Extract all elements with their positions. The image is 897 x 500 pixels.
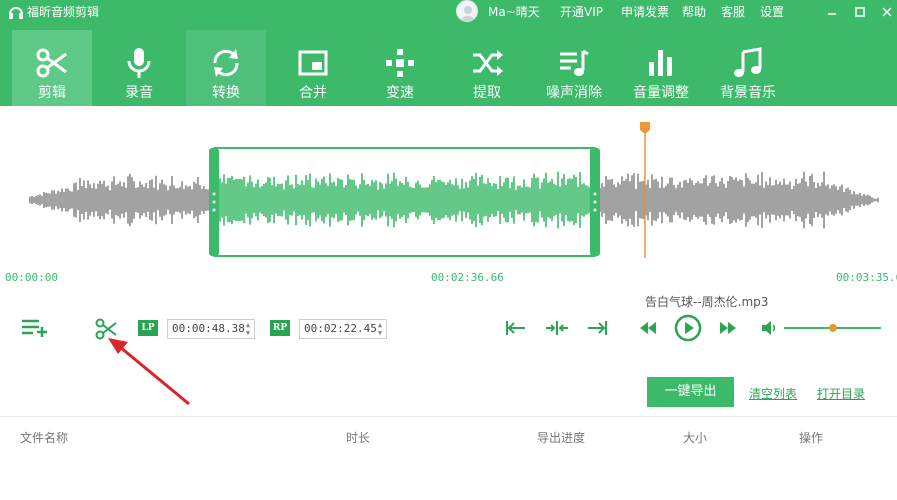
tool-label: 变速	[386, 85, 414, 101]
rewind-icon[interactable]	[638, 320, 658, 336]
title-bar: 福昕音频剪辑 Ma~晴天 开通VIP 申请发票 帮助 客服 设置	[0, 0, 897, 24]
open-vip-link[interactable]: 开通VIP	[560, 4, 603, 20]
tool-speed[interactable]: 变速	[360, 30, 440, 106]
tool-label: 音量调整	[633, 85, 689, 101]
tool-cut[interactable]: 剪辑	[12, 30, 92, 106]
playhead-handle[interactable]	[640, 122, 650, 134]
user-avatar-icon	[461, 6, 475, 21]
lp-time-value: 00:00:48.38	[172, 322, 245, 335]
waveform[interactable]	[0, 106, 897, 286]
tool-label: 背景音乐	[720, 85, 776, 101]
noise-remove-icon	[560, 49, 589, 76]
time-start-label: 00:00:00	[5, 271, 58, 284]
time-middle-label: 00:02:36.66	[431, 271, 504, 284]
maximize-icon[interactable]	[850, 2, 870, 22]
tool-convert[interactable]: 转换	[186, 30, 266, 106]
tool-noise-remove[interactable]: 噪声消除	[534, 30, 614, 106]
shuffle-icon	[473, 50, 503, 76]
close-icon[interactable]	[877, 2, 897, 22]
minimize-icon[interactable]	[822, 2, 842, 22]
play-icon[interactable]	[674, 314, 702, 342]
volume-slider-knob[interactable]	[829, 324, 837, 332]
avatar[interactable]	[456, 0, 478, 22]
divider	[0, 416, 897, 417]
tool-merge[interactable]: 合并	[273, 30, 353, 106]
lp-badge: LP	[138, 320, 158, 336]
rp-time-value: 00:02:22.45	[304, 322, 377, 335]
fast-forward-icon[interactable]	[718, 320, 738, 336]
lp-time-input[interactable]: 00:00:48.38 ▲ ▼	[167, 319, 255, 339]
speaker-icon[interactable]	[761, 320, 777, 336]
tool-extract[interactable]: 提取	[447, 30, 527, 106]
invoice-link[interactable]: 申请发票	[621, 4, 669, 20]
convert-icon	[213, 49, 239, 77]
app-title: 福昕音频剪辑	[27, 5, 100, 19]
rp-badge: RP	[270, 320, 290, 336]
open-directory-link[interactable]: 打开目录	[817, 385, 865, 402]
tool-record[interactable]: 录音	[99, 30, 179, 106]
waveform-bars	[29, 171, 879, 229]
column-header-size: 大小	[683, 431, 708, 445]
help-link[interactable]: 帮助	[682, 4, 706, 20]
scissors-icon	[36, 48, 67, 78]
tool-label: 合并	[299, 85, 327, 101]
column-header-duration: 时长	[346, 431, 371, 445]
column-header-file-name: 文件名称	[20, 431, 69, 445]
cut-scissors-icon[interactable]	[95, 318, 117, 340]
jump-to-start-icon[interactable]	[505, 319, 527, 337]
settings-link[interactable]: 设置	[760, 4, 784, 20]
speed-icon	[386, 49, 414, 77]
current-file-name: 告白气球--周杰伦.mp3	[645, 295, 769, 309]
lp-spinner-icon[interactable]: ▲ ▼	[244, 321, 252, 337]
jump-to-middle-icon[interactable]	[545, 319, 569, 337]
music-note-icon	[734, 47, 762, 77]
one-click-export-button[interactable]: 一键导出	[647, 377, 734, 407]
tool-background-music[interactable]: 背景音乐	[708, 30, 788, 106]
tool-volume-adjust[interactable]: 音量调整	[621, 30, 701, 106]
rp-time-input[interactable]: 00:02:22.45 ▲ ▼	[299, 319, 387, 339]
tool-label: 录音	[125, 85, 153, 101]
user-name[interactable]: Ma~晴天	[488, 4, 540, 20]
add-to-list-icon[interactable]	[21, 318, 49, 338]
waveform-panel: 00:00:00 00:02:36.66 00:03:35.64	[0, 106, 897, 286]
microphone-icon	[127, 48, 151, 78]
merge-icon	[298, 50, 328, 76]
tool-label: 噪声消除	[546, 85, 602, 101]
column-header-actions: 操作	[799, 431, 824, 445]
clear-list-link[interactable]: 清空列表	[749, 385, 797, 402]
column-header-export-progress: 导出进度	[537, 431, 586, 445]
headphones-logo-icon	[9, 7, 23, 19]
customer-service-link[interactable]: 客服	[721, 4, 745, 20]
jump-to-end-icon[interactable]	[586, 319, 608, 337]
rp-spinner-icon[interactable]: ▲ ▼	[376, 321, 384, 337]
tool-label: 提取	[473, 85, 501, 101]
tool-label: 剪辑	[38, 85, 66, 101]
time-end-label: 00:03:35.64	[836, 271, 897, 284]
volume-bars-icon	[649, 50, 672, 76]
tool-label: 转换	[212, 85, 240, 101]
